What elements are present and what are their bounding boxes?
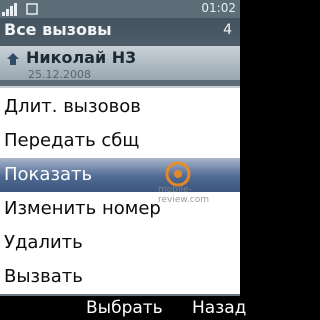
select-softkey[interactable]: Выбрать [86,297,163,319]
watermark-text: mobile-review.com [158,185,210,205]
sim-indicator-icon [26,3,38,15]
clock: 01:02 [201,1,236,15]
menu-item-delete[interactable]: Удалить [0,226,240,260]
signal-strength-icon [2,3,17,16]
call-count: 4 [223,22,232,38]
call-date: 25.12.2008 [28,68,91,81]
menu-item-call-duration[interactable]: Длит. вызовов [0,90,240,124]
app-title: Все вызовы [4,20,112,39]
contact-name: Николай Н3 [26,48,137,67]
contact-icon [7,53,19,65]
menu-item-call[interactable]: Вызвать [0,260,240,294]
back-softkey[interactable]: Назад [192,297,246,319]
